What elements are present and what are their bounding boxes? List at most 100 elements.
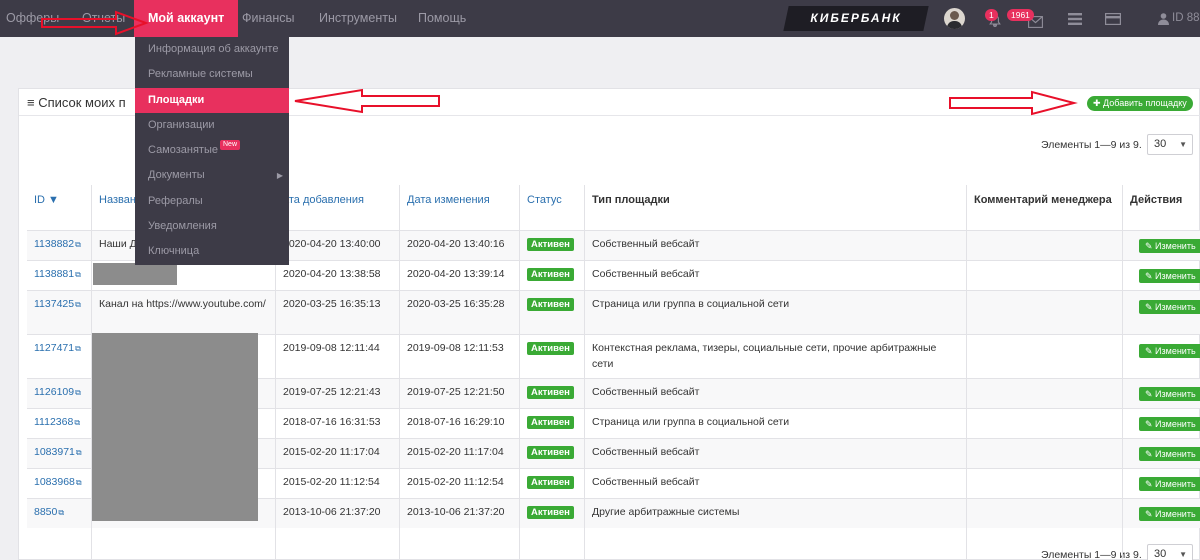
external-link-icon[interactable]: ⧉	[76, 448, 82, 457]
menu-account-info[interactable]: Информация об аккаунте	[135, 37, 289, 62]
cell-comment	[967, 469, 1122, 474]
cell-type: Страница или группа в социальной сети	[592, 298, 790, 310]
cell-status: Активен	[520, 439, 584, 460]
list-icon[interactable]	[1068, 0, 1082, 37]
account-id[interactable]: ID 8850	[1172, 0, 1200, 37]
cell-id[interactable]: 1112368⧉	[27, 409, 91, 431]
site-id-link[interactable]: 1138882	[34, 238, 74, 250]
external-link-icon[interactable]: ⧉	[74, 418, 80, 427]
cell-comment	[967, 439, 1122, 444]
site-id-link[interactable]: 1127471	[34, 342, 74, 354]
redacted-block	[92, 333, 258, 521]
cell-added: 2015-02-20 11:12:54	[283, 476, 380, 488]
cell-status: Активен	[520, 409, 584, 430]
status-badge: Активен	[527, 342, 574, 355]
cell-changed: 2018-07-16 16:29:10	[407, 416, 505, 428]
edit-button[interactable]: ✎ Изменить	[1139, 269, 1200, 283]
menu-referrals[interactable]: Рефералы	[135, 189, 289, 214]
cell-type: Собственный вебсайт	[592, 476, 700, 488]
cell-type: Собственный вебсайт	[592, 386, 700, 398]
my-account-dropdown: Информация об аккаунте Рекламные системы…	[135, 37, 289, 265]
brand-logo[interactable]: КИБЕРБАНК	[783, 6, 929, 31]
cell-id[interactable]: 1138882⧉	[27, 231, 91, 253]
per-page-select-bottom[interactable]: 30 ▼	[1147, 544, 1193, 560]
messages-badge: 1961	[1007, 9, 1034, 21]
cell-id[interactable]: 1083968⧉	[27, 469, 91, 491]
site-id-link[interactable]: 1083968	[34, 476, 75, 488]
site-id-link[interactable]: 8850	[34, 506, 57, 518]
notifications-badge: 1	[985, 9, 998, 21]
cell-comment	[967, 261, 1122, 266]
menu-sites[interactable]: Площадки	[135, 88, 289, 113]
site-id-link[interactable]: 1083971	[34, 446, 75, 458]
edit-button[interactable]: ✎ Изменить	[1139, 239, 1200, 253]
avatar[interactable]	[944, 8, 965, 29]
add-site-button[interactable]: ✚ Добавить площадку	[1087, 96, 1193, 111]
menu-self-employed[interactable]: Самозанятые New	[135, 138, 289, 163]
per-page-value: 30	[1154, 548, 1167, 560]
cell-type: Собственный вебсайт	[592, 446, 700, 458]
edit-button[interactable]: ✎ Изменить	[1139, 477, 1200, 491]
col-changed[interactable]: Дата изменения	[400, 185, 520, 230]
user-icon	[1158, 0, 1169, 37]
col-type: Тип площадки	[585, 185, 967, 230]
edit-button[interactable]: ✎ Изменить	[1139, 417, 1200, 431]
site-id-link[interactable]: 1138881	[34, 268, 74, 280]
edit-button[interactable]: ✎ Изменить	[1139, 387, 1200, 401]
cell-type: Страница или группа в социальной сети	[592, 416, 790, 428]
site-id-link[interactable]: 1137425	[34, 298, 74, 310]
edit-button[interactable]: ✎ Изменить	[1139, 447, 1200, 461]
cell-changed: 2020-04-20 13:40:16	[407, 238, 505, 250]
col-status[interactable]: Статус	[520, 185, 585, 230]
chevron-down-icon: ▼	[1179, 550, 1187, 559]
cell-changed: 2019-09-08 12:11:53	[407, 342, 504, 354]
edit-button[interactable]: ✎ Изменить	[1139, 344, 1200, 358]
nav-help[interactable]: Помощь	[418, 0, 466, 37]
site-id-link[interactable]: 1126109	[34, 386, 74, 398]
col-added[interactable]: ата добавления	[276, 185, 400, 230]
card-icon[interactable]	[1105, 0, 1122, 37]
cell-id[interactable]: 1126109⧉	[27, 379, 91, 401]
cell-status: Активен	[520, 231, 584, 252]
cell-status: Активен	[520, 291, 584, 312]
col-comment: Комментарий менеджера	[967, 185, 1123, 230]
cell-status: Активен	[520, 379, 584, 400]
cell-id[interactable]: 8850⧉	[27, 499, 91, 521]
top-navbar: Офферы Отчеты Мой аккаунт Финансы Инстру…	[0, 0, 1200, 37]
cell-type: Собственный вебсайт	[592, 268, 700, 280]
col-id[interactable]: ID ▼	[27, 185, 92, 230]
external-link-icon[interactable]: ⧉	[75, 344, 81, 353]
cell-id[interactable]: 1083971⧉	[27, 439, 91, 461]
nav-tools[interactable]: Инструменты	[319, 0, 397, 37]
menu-documents-label: Документы	[148, 169, 205, 181]
cell-type: Другие арбитражные системы	[592, 506, 740, 518]
menu-organizations[interactable]: Организации	[135, 113, 289, 138]
menu-documents[interactable]: Документы ▶	[135, 163, 289, 188]
status-badge: Активен	[527, 298, 574, 311]
external-link-icon[interactable]: ⧉	[75, 388, 81, 397]
status-badge: Активен	[527, 386, 574, 399]
edit-button[interactable]: ✎ Изменить	[1139, 507, 1200, 521]
cell-id[interactable]: 1127471⧉	[27, 335, 91, 357]
cell-id[interactable]: 1137425⧉	[27, 291, 91, 313]
nav-finance[interactable]: Финансы	[242, 0, 294, 37]
cell-added: 2019-07-25 12:21:43	[283, 386, 381, 398]
external-link-icon[interactable]: ⧉	[75, 270, 81, 279]
external-link-icon[interactable]: ⧉	[58, 508, 64, 517]
brand-logo-text: КИБЕРБАНК	[810, 11, 902, 25]
cell-added: 2019-09-08 12:11:44	[283, 342, 380, 354]
status-badge: Активен	[527, 238, 574, 251]
annotation-arrow-right-icon	[949, 90, 1078, 116]
external-link-icon[interactable]: ⧉	[75, 240, 81, 249]
external-link-icon[interactable]: ⧉	[75, 300, 81, 309]
cell-id[interactable]: 1138881⧉	[27, 261, 91, 283]
cell-type: Собственный вебсайт	[592, 238, 700, 250]
site-id-link[interactable]: 1112368	[34, 416, 73, 428]
menu-ad-systems[interactable]: Рекламные системы	[135, 62, 289, 87]
per-page-select-top[interactable]: 30 ▼	[1147, 134, 1193, 155]
edit-button[interactable]: ✎ Изменить	[1139, 300, 1200, 314]
panel-title: ≡ Список моих п	[27, 95, 126, 110]
menu-notifications[interactable]: Уведомления	[135, 214, 289, 239]
menu-key-holder[interactable]: Ключница	[135, 239, 289, 264]
external-link-icon[interactable]: ⧉	[76, 478, 82, 487]
